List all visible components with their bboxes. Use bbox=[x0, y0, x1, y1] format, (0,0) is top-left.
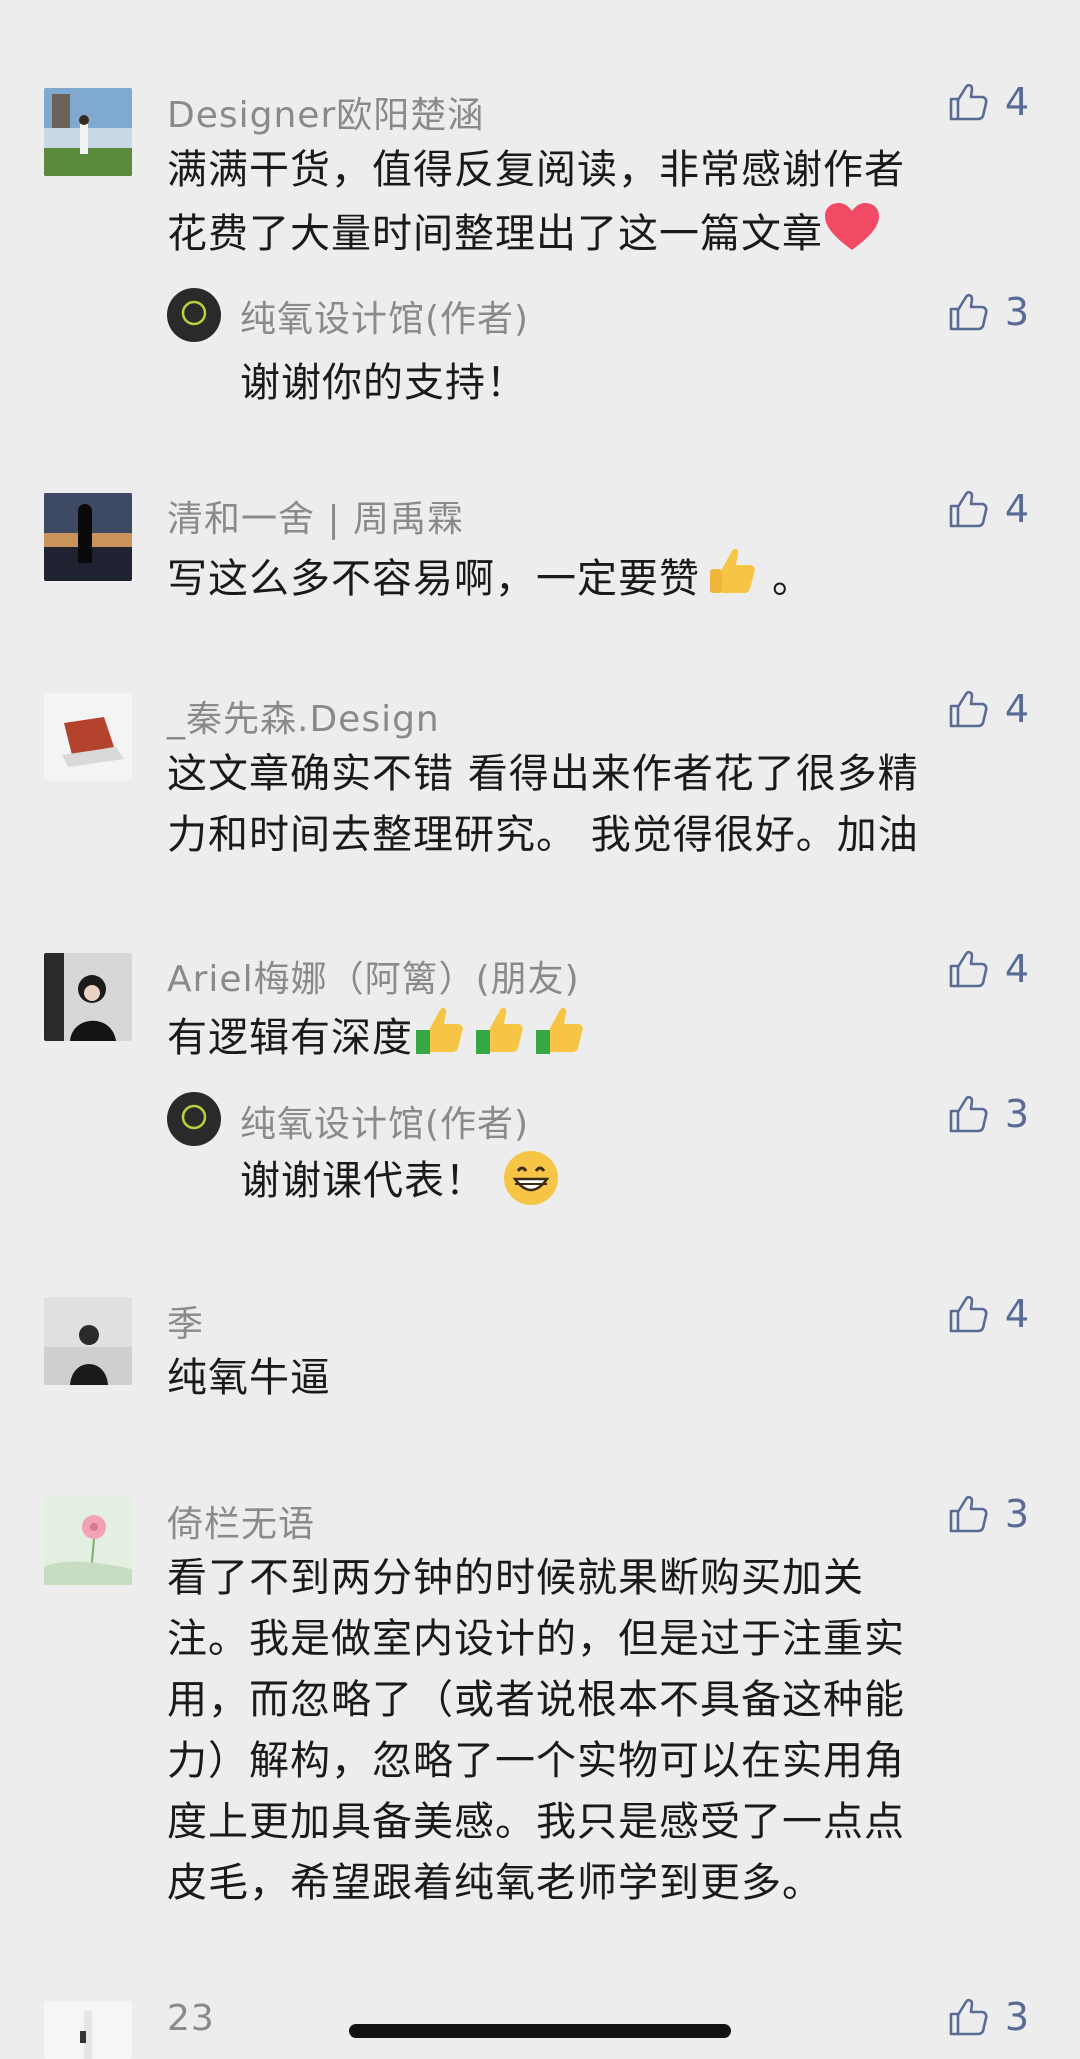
comment-text-line: 力）解构，忽略了一个实物可以在实用角 bbox=[167, 1738, 905, 1784]
comment-text-line: 用，而忽略了（或者说根本不具备这种能 bbox=[167, 1677, 905, 1723]
comment-text-line: 满满干货，值得反复阅读，非常感谢作者 bbox=[167, 147, 905, 193]
home-indicator[interactable] bbox=[349, 2024, 731, 2038]
thumbs-up-outline-icon bbox=[949, 490, 988, 528]
comment-text: 写这么多不容易啊，一定要赞 。 bbox=[167, 545, 1047, 617]
grinning-emoji bbox=[502, 1149, 560, 1217]
thumbs-up-emoji bbox=[413, 1004, 593, 1076]
like-count: 4 bbox=[1004, 687, 1029, 731]
reply-text: 谢谢你的支持！ bbox=[240, 360, 527, 406]
like-button[interactable]: 3 bbox=[947, 1492, 1029, 1536]
avatar[interactable] bbox=[44, 1297, 132, 1385]
commenter-name[interactable]: 倚栏无语 bbox=[167, 1495, 315, 1547]
commenter-name[interactable]: 23 bbox=[167, 1998, 215, 2039]
like-button[interactable]: 4 bbox=[947, 487, 1029, 531]
like-button[interactable]: 4 bbox=[947, 947, 1029, 991]
like-count: 3 bbox=[1004, 1995, 1029, 2039]
avatar[interactable] bbox=[44, 2001, 132, 2059]
comment-text-line: 写这么多不容易啊，一定要赞 bbox=[167, 556, 700, 602]
thumbs-up-outline-icon bbox=[949, 1095, 988, 1133]
like-button[interactable]: 4 bbox=[947, 687, 1029, 731]
reply-author-name[interactable]: 纯氧设计馆(作者) bbox=[240, 1095, 529, 1147]
avatar[interactable] bbox=[44, 953, 132, 1041]
comment-text: 纯氧牛逼 bbox=[167, 1355, 331, 1401]
comment-text: 有逻辑有深度 bbox=[167, 1004, 1047, 1076]
like-count: 3 bbox=[1004, 1092, 1029, 1136]
commenter-name[interactable]: Designer欧阳楚涵 bbox=[167, 86, 484, 138]
thumbs-up-emoji bbox=[704, 545, 758, 617]
avatar[interactable] bbox=[44, 693, 132, 781]
avatar[interactable] bbox=[44, 88, 132, 176]
comment-text-tail: 。 bbox=[772, 556, 813, 602]
comment-text: 看了不到两分钟的时候就果断购买加关 注。我是做室内设计的，但是过于注重实 用，而… bbox=[167, 1548, 1047, 1914]
thumbs-up-outline-icon bbox=[949, 293, 988, 331]
heart-emoji bbox=[823, 201, 881, 271]
like-count: 4 bbox=[1004, 487, 1029, 531]
like-button[interactable]: 3 bbox=[947, 1995, 1029, 2039]
thumbs-up-outline-icon bbox=[949, 1295, 988, 1333]
comment-text: 这文章确实不错 看得出来作者花了很多精 力和时间去整理研究。 我觉得很好。加油 bbox=[167, 744, 1047, 866]
reply-text: 谢谢课代表！ bbox=[240, 1148, 560, 1217]
thumbs-up-outline-icon bbox=[949, 690, 988, 728]
commenter-name[interactable]: 季 bbox=[167, 1295, 204, 1347]
reply-like-button[interactable]: 3 bbox=[947, 290, 1029, 334]
thumbs-up-outline-icon bbox=[949, 950, 988, 988]
commenter-name[interactable]: Ariel梅娜（阿篱）(朋友) bbox=[167, 950, 580, 1002]
reply-like-button[interactable]: 3 bbox=[947, 1092, 1029, 1136]
comment-text-line: 皮毛，希望跟着纯氧老师学到更多。 bbox=[167, 1860, 823, 1906]
comment-text-line: 这文章确实不错 看得出来作者花了很多精 bbox=[167, 751, 919, 797]
like-count: 4 bbox=[1004, 947, 1029, 991]
like-count: 3 bbox=[1004, 1492, 1029, 1536]
comment-text: 满满干货，值得反复阅读，非常感谢作者 花费了大量时间整理出了这一篇文章 bbox=[167, 140, 1047, 271]
avatar[interactable] bbox=[44, 1497, 132, 1585]
like-count: 3 bbox=[1004, 290, 1029, 334]
commenter-name[interactable]: 清和一舍 | 周禹霖 bbox=[167, 490, 464, 542]
like-count: 4 bbox=[1004, 1292, 1029, 1336]
reply-text-line: 谢谢课代表！ bbox=[240, 1158, 486, 1204]
author-avatar[interactable] bbox=[167, 1092, 221, 1146]
like-button[interactable]: 4 bbox=[947, 1292, 1029, 1336]
comment-text-line: 看了不到两分钟的时候就果断购买加关 bbox=[167, 1555, 864, 1601]
comment-text-line-2: 花费了大量时间整理出了这一篇文章 bbox=[167, 211, 823, 257]
comment-text-line: 注。我是做室内设计的，但是过于注重实 bbox=[167, 1616, 905, 1662]
comment-text-line: 力和时间去整理研究。 我觉得很好。加油 bbox=[167, 812, 919, 858]
thumbs-up-outline-icon bbox=[949, 83, 988, 121]
like-count: 4 bbox=[1004, 80, 1029, 124]
reply-author-name[interactable]: 纯氧设计馆(作者) bbox=[240, 290, 529, 342]
author-avatar[interactable] bbox=[167, 288, 221, 342]
comment-text-line: 度上更加具备美感。我只是感受了一点点 bbox=[167, 1799, 905, 1845]
comment-text-line: 花费了大量时间整理出了这一篇文章 bbox=[167, 201, 1047, 271]
thumbs-up-outline-icon bbox=[949, 1495, 988, 1533]
thumbs-up-outline-icon bbox=[949, 1998, 988, 2036]
commenter-name[interactable]: _秦先森.Design bbox=[167, 690, 440, 742]
comment-text-line: 有逻辑有深度 bbox=[167, 1015, 413, 1061]
like-button[interactable]: 4 bbox=[947, 80, 1029, 124]
avatar[interactable] bbox=[44, 493, 132, 581]
